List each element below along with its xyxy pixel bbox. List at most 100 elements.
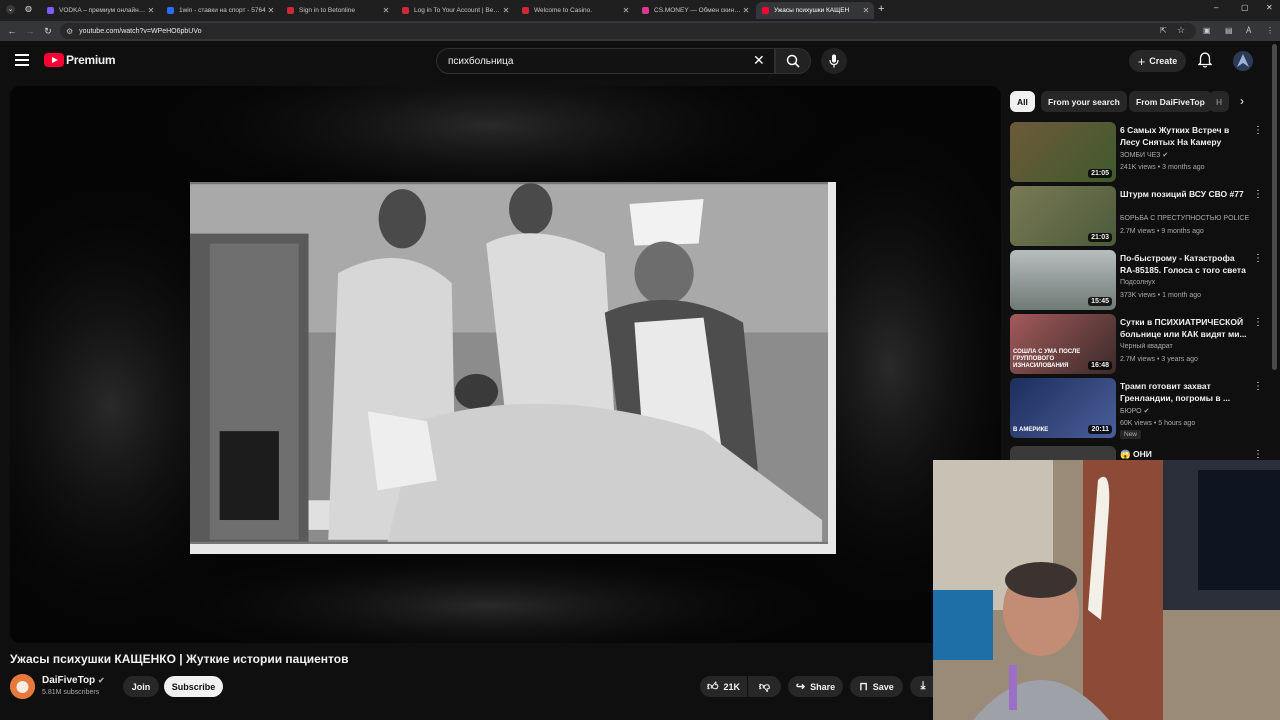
page-scrollbar[interactable] <box>1272 44 1277 370</box>
chevron-right-icon[interactable]: › <box>1240 94 1244 108</box>
recommendation-title[interactable]: По-быстрому - Катастрофа RA-85185. Голос… <box>1120 252 1248 276</box>
bookmark-icon: ⊓ <box>859 681 868 693</box>
tab-title: CS.MONEY — Обмен скинов <box>654 7 741 14</box>
reload-button[interactable]: ↻ <box>39 26 57 37</box>
video-thumbnail[interactable]: 21:05 <box>1010 122 1116 182</box>
video-thumbnail[interactable]: 15:45 <box>1010 250 1116 310</box>
tab-close-icon[interactable]: ✕ <box>621 6 631 15</box>
extensions-icon[interactable]: ▣ <box>1203 26 1211 35</box>
browser-tab[interactable]: Welcome to Casino. ✕ <box>516 2 634 19</box>
more-options-icon[interactable]: ⋮ <box>1253 253 1263 264</box>
voice-search-button[interactable] <box>821 48 847 74</box>
more-options-icon[interactable]: ⋮ <box>1253 449 1263 460</box>
video-player[interactable] <box>10 86 1001 643</box>
webcam-overlay <box>933 460 1280 720</box>
browser-tab-bar: ⌄ ◍ VODKA – премиум онлайн-ка ✕ 1win - ста… <box>0 0 1280 21</box>
bookmark-star-icon[interactable]: ☆ <box>1177 25 1185 36</box>
recommendation-channel[interactable]: Подсолнух <box>1120 279 1250 286</box>
new-tab-button[interactable]: + <box>878 3 884 15</box>
recommendation-meta: 60K views • 5 hours ago <box>1120 420 1196 427</box>
profile-icon[interactable]: Ȧ <box>1246 26 1251 35</box>
clear-search-icon[interactable]: ✕ <box>753 52 765 69</box>
tab-favicon-icon <box>522 7 529 14</box>
recommendation-item[interactable]: 21:03 Штурм позиций ВСУ СВО #77 БОРЬБА С П… <box>1010 186 1265 246</box>
chip-all[interactable]: All <box>1010 91 1035 112</box>
chip-more[interactable]: H <box>1209 91 1230 112</box>
video-thumbnail[interactable]: В АМЕРИКЕ 20:11 <box>1010 378 1116 438</box>
url-text: youtube.com/watch?v=WPeHO6pbUVo <box>79 27 202 35</box>
minimize-button[interactable]: – <box>1214 3 1218 12</box>
like-button[interactable]: 👍︎ 21K <box>700 676 747 697</box>
search-button[interactable] <box>775 48 811 74</box>
account-avatar[interactable] <box>1233 51 1253 71</box>
browser-tab[interactable]: Log in To Your Account | BetOn ✕ <box>396 2 514 19</box>
tab-search-icon[interactable]: ◍ <box>25 4 32 13</box>
recommendation-title[interactable]: 6 Самых Жутких Встреч в Лесу Снятых На К… <box>1120 124 1248 148</box>
chip-from-your-search[interactable]: From your search <box>1041 91 1127 112</box>
tab-title: VODKA – премиум онлайн-ка <box>59 7 146 14</box>
recommendation-item[interactable]: В АМЕРИКЕ 20:11 Трамп готовит захват Гренл… <box>1010 378 1265 439</box>
notifications-bell-icon[interactable] <box>1197 52 1213 73</box>
recommendation-title[interactable]: Трамп готовит захват Гренландии, погромы… <box>1120 380 1248 404</box>
save-button[interactable]: ⊓ Save <box>850 676 903 697</box>
emoji-icon: 😱 <box>1120 449 1133 459</box>
like-count: 21K <box>723 681 740 692</box>
recommendation-item[interactable]: 15:45 По-быстрому - Катастрофа RA-85185. … <box>1010 250 1265 310</box>
more-options-icon[interactable]: ⋮ <box>1253 125 1263 136</box>
dislike-button[interactable]: 👎︎ <box>748 676 781 697</box>
thumbnail-caption: СОШЛА С УМА ПОСЛЕ ГРУППОВОГО ИЗНАСИЛОВАН… <box>1013 349 1081 369</box>
back-button[interactable]: ← <box>3 26 21 36</box>
browser-tab[interactable]: Ужасы психушки КАЩЕН ✕ <box>756 2 874 19</box>
video-duration: 20:11 <box>1088 425 1112 434</box>
more-options-icon[interactable]: ⋮ <box>1253 189 1263 200</box>
video-thumbnail[interactable]: 21:03 <box>1010 186 1116 246</box>
tab-close-icon[interactable]: ✕ <box>861 6 871 15</box>
tab-close-icon[interactable]: ✕ <box>146 6 156 15</box>
url-field[interactable]: ⚙ youtube.com/watch?v=WPeHO6pbUVo ⇱ ☆ <box>60 23 1196 39</box>
youtube-premium-logo[interactable]: Premium <box>44 53 116 67</box>
channel-avatar[interactable] <box>10 674 35 699</box>
recommendation-channel[interactable]: БЮРО ✔ <box>1120 407 1250 415</box>
recommendation-channel[interactable]: БОРЬБА С ПРЕСТУПНОСТЬЮ POLICE S... <box>1120 215 1250 222</box>
tab-list-icon[interactable]: ⌄ <box>6 5 15 14</box>
browser-tab[interactable]: Sign in to Betonline ✕ <box>281 2 394 19</box>
browser-menu-icon[interactable]: ⋮ <box>1266 26 1274 35</box>
subscribe-button[interactable]: Subscribe <box>164 676 223 697</box>
tab-close-icon[interactable]: ✕ <box>381 6 391 15</box>
maximize-button[interactable]: ▢ <box>1241 3 1249 12</box>
menu-icon[interactable] <box>15 54 29 66</box>
join-button[interactable]: Join <box>123 676 159 697</box>
forward-button[interactable]: → <box>21 26 39 36</box>
browser-tab[interactable]: CS.MONEY — Обмен скинов ✕ <box>636 2 754 19</box>
verified-icon: ✔ <box>97 676 105 685</box>
save-label: Save <box>872 681 894 692</box>
more-options-icon[interactable]: ⋮ <box>1253 317 1263 328</box>
tab-title: Log in To Your Account | BetOn <box>414 7 501 14</box>
share-button[interactable]: ↪ Share <box>788 676 843 697</box>
open-in-app-icon[interactable]: ⇱ <box>1160 26 1167 35</box>
tab-close-icon[interactable]: ✕ <box>266 6 276 15</box>
filter-chips: All From your search From DaiFiveTop H <box>1010 91 1260 112</box>
recommendation-channel[interactable]: Черный квадрат <box>1120 343 1250 350</box>
recommendation-item[interactable]: СОШЛА С УМА ПОСЛЕ ГРУППОВОГО ИЗНАСИЛОВАН… <box>1010 314 1265 374</box>
search-input[interactable]: психбольница <box>436 48 775 74</box>
chip-from-channel[interactable]: From DaiFiveTop <box>1129 91 1212 112</box>
more-options-icon[interactable]: ⋮ <box>1253 381 1263 392</box>
video-thumbnail[interactable]: СОШЛА С УМА ПОСЛЕ ГРУППОВОГО ИЗНАСИЛОВАН… <box>1010 314 1116 374</box>
browser-tab[interactable]: 1win - ставки на спорт - 5764 ✕ <box>161 2 279 19</box>
recommendation-title[interactable]: 😱 ОНИ <box>1120 448 1248 460</box>
tab-close-icon[interactable]: ✕ <box>741 6 751 15</box>
verified-icon: ✔ <box>1143 408 1150 415</box>
tab-close-icon[interactable]: ✕ <box>501 6 511 15</box>
microphone-icon <box>829 54 839 68</box>
recommendation-title[interactable]: Сутки в ПСИХИАТРИЧЕСКОЙ больнице или КАК… <box>1120 316 1248 340</box>
channel-name[interactable]: DaiFiveTop ✔ <box>42 675 105 686</box>
create-button[interactable]: + Create <box>1129 50 1186 72</box>
recommendation-item[interactable]: 21:05 6 Самых Жутких Встреч в Лесу Снятых… <box>1010 122 1265 182</box>
close-window-button[interactable]: ✕ <box>1266 3 1273 12</box>
recommendation-channel[interactable]: ЗОМБИ ЧЕЗ ✔ <box>1120 151 1250 159</box>
browser-tab[interactable]: VODKA – премиум онлайн-ка ✕ <box>41 2 159 19</box>
site-info-icon[interactable]: ⚙ <box>66 27 73 36</box>
split-view-icon[interactable]: ▤ <box>1225 26 1233 35</box>
recommendation-title[interactable]: Штурм позиций ВСУ СВО #77 <box>1120 188 1248 200</box>
